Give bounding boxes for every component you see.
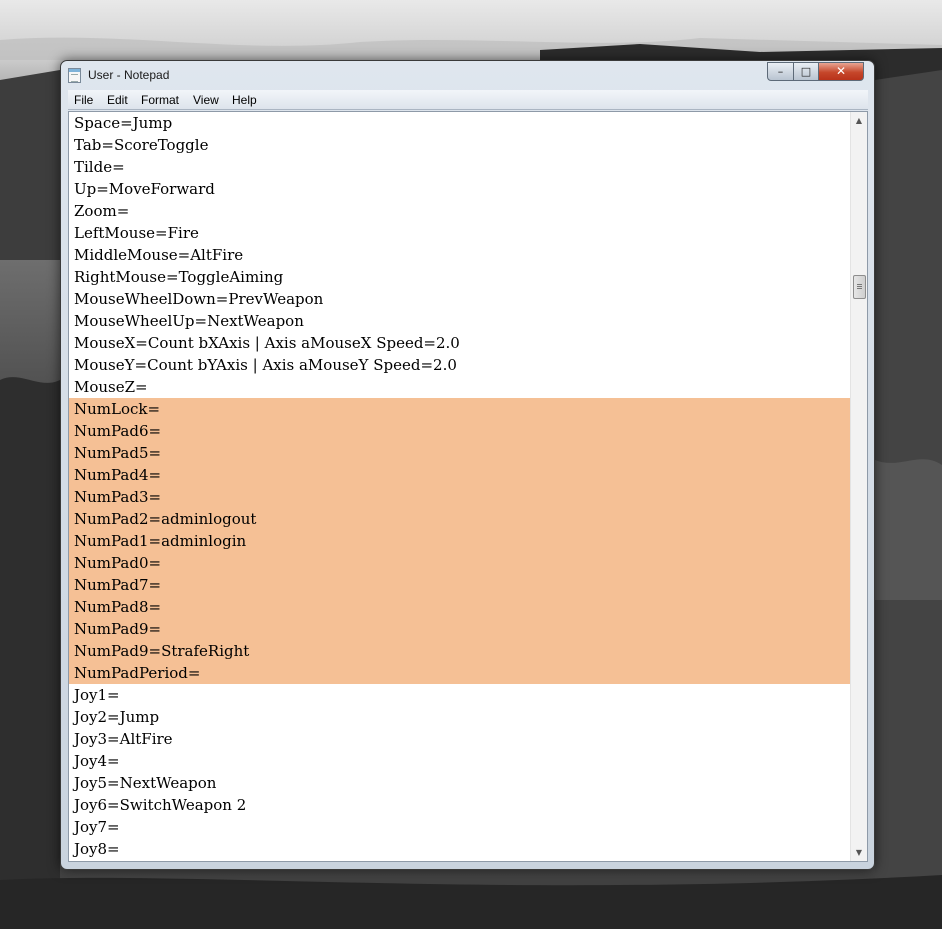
scroll-thumb[interactable] bbox=[853, 274, 866, 299]
text-line[interactable]: Up=MoveForward bbox=[69, 178, 851, 200]
text-line[interactable]: Space=Jump bbox=[69, 112, 851, 134]
text-line[interactable]: MouseX=Count bXAxis | Axis aMouseX Speed… bbox=[69, 332, 851, 354]
text-line[interactable]: NumPad7= bbox=[69, 574, 851, 596]
text-line[interactable]: NumPad9= bbox=[69, 618, 851, 640]
text-line[interactable]: Tab=ScoreToggle bbox=[69, 134, 851, 156]
text-line[interactable]: NumPad4= bbox=[69, 464, 851, 486]
title-bar[interactable]: User - Notepad – □ ✕ bbox=[61, 61, 874, 90]
menu-view[interactable]: View bbox=[193, 93, 219, 107]
text-line[interactable]: Joy5=NextWeapon bbox=[69, 772, 851, 794]
text-line[interactable]: MouseWheelDown=PrevWeapon bbox=[69, 288, 851, 310]
scroll-down-arrow-icon[interactable]: ▼ bbox=[851, 844, 867, 861]
text-line[interactable]: RightMouse=ToggleAiming bbox=[69, 266, 851, 288]
menu-format[interactable]: Format bbox=[141, 93, 179, 107]
vertical-scrollbar[interactable]: ▲ ▼ bbox=[850, 112, 867, 861]
text-line[interactable]: MiddleMouse=AltFire bbox=[69, 244, 851, 266]
menu-help[interactable]: Help bbox=[232, 93, 257, 107]
minimize-button[interactable]: – bbox=[767, 62, 794, 81]
text-line[interactable]: Joy6=SwitchWeapon 2 bbox=[69, 794, 851, 816]
text-line[interactable]: Joy4= bbox=[69, 750, 851, 772]
window-title: User - Notepad bbox=[88, 68, 170, 82]
grip-icon bbox=[857, 285, 862, 287]
text-line[interactable]: NumPad2=adminlogout bbox=[69, 508, 851, 530]
close-button[interactable]: ✕ bbox=[818, 62, 864, 81]
text-line[interactable]: Joy2=Jump bbox=[69, 706, 851, 728]
text-line[interactable]: Joy8= bbox=[69, 838, 851, 860]
editor-text[interactable]: Space=Jump Tab=ScoreToggle Tilde= Up=MoveFo… bbox=[69, 112, 851, 860]
text-line[interactable]: NumLock= bbox=[69, 398, 851, 420]
menu-file[interactable]: File bbox=[74, 93, 93, 107]
text-line[interactable]: LeftMouse=Fire bbox=[69, 222, 851, 244]
notepad-window: User - Notepad – □ ✕ File Edit Format Vi… bbox=[60, 60, 875, 870]
menu-edit[interactable]: Edit bbox=[107, 93, 128, 107]
text-line[interactable]: NumPad8= bbox=[69, 596, 851, 618]
text-line[interactable]: MouseY=Count bYAxis | Axis aMouseY Speed… bbox=[69, 354, 851, 376]
text-line[interactable]: Joy1= bbox=[69, 684, 851, 706]
grip-icon bbox=[857, 283, 862, 285]
text-line[interactable]: Tilde= bbox=[69, 156, 851, 178]
text-line[interactable]: NumPad0= bbox=[69, 552, 851, 574]
text-line[interactable]: MouseWheelUp=NextWeapon bbox=[69, 310, 851, 332]
text-line[interactable]: NumPadPeriod= bbox=[69, 662, 851, 684]
text-line[interactable]: Zoom= bbox=[69, 200, 851, 222]
text-line[interactable]: NumPad5= bbox=[69, 442, 851, 464]
text-editor[interactable]: Space=Jump Tab=ScoreToggle Tilde= Up=MoveFo… bbox=[68, 111, 868, 862]
text-line[interactable]: Joy3=AltFire bbox=[69, 728, 851, 750]
text-line[interactable]: MouseZ= bbox=[69, 376, 851, 398]
scroll-up-arrow-icon[interactable]: ▲ bbox=[851, 112, 867, 129]
text-line[interactable]: Joy7= bbox=[69, 816, 851, 838]
text-line[interactable]: NumPad6= bbox=[69, 420, 851, 442]
grip-icon bbox=[857, 287, 862, 289]
text-line[interactable]: NumPad1=adminlogin bbox=[69, 530, 851, 552]
menu-bar: File Edit Format View Help bbox=[68, 90, 868, 110]
notepad-icon bbox=[68, 68, 81, 83]
text-line[interactable]: NumPad3= bbox=[69, 486, 851, 508]
text-line[interactable]: NumPad9=StrafeRight bbox=[69, 640, 851, 662]
maximize-button[interactable]: □ bbox=[793, 62, 819, 81]
